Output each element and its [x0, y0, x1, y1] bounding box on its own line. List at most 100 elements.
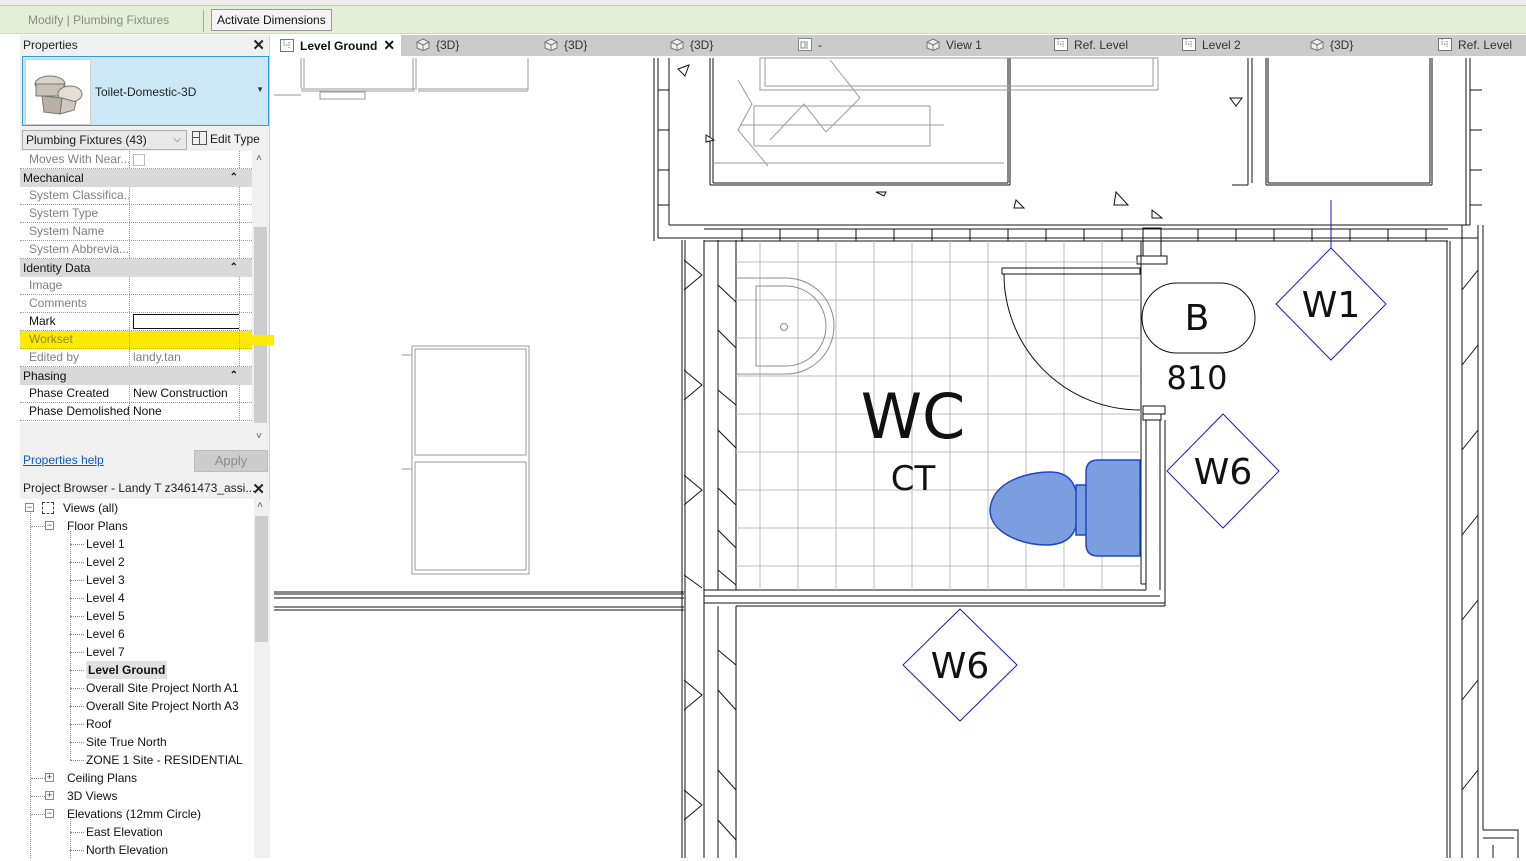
window-tags: W1 W6 W6 [902, 247, 1387, 722]
tree-floor-plans[interactable]: Floor Plans [67, 517, 128, 535]
prop-label: Workset [20, 331, 130, 348]
tree-line [70, 531, 71, 760]
tree-item-floor-plan[interactable]: Level 4 [86, 589, 125, 607]
prop-row-image[interactable]: Image [20, 277, 252, 295]
tree-item-floor-plan[interactable]: Overall Site Project North A3 [86, 697, 239, 715]
properties-scrollbar[interactable]: ˄ ˅ [253, 151, 269, 449]
collapse-icon[interactable]: ⌃ [230, 259, 238, 277]
view-tab-label: View 1 [946, 38, 982, 52]
view-tab[interactable]: {3D} [1310, 35, 1353, 56]
collapse-views-icon[interactable]: − [25, 503, 34, 512]
tree-line [70, 652, 84, 653]
window-tag[interactable]: W6 [1166, 413, 1280, 529]
collapse-icon[interactable]: ⌃ [230, 169, 238, 187]
scroll-up-icon[interactable]: ˄ [257, 500, 263, 511]
expand-ceiling-plans-icon[interactable]: + [45, 773, 54, 782]
tree-elevations[interactable]: Elevations (12mm Circle) [67, 805, 201, 823]
edit-type-button[interactable]: Edit Type [192, 130, 260, 150]
view-tab[interactable]: Level 2 [1182, 35, 1241, 56]
collapse-elevations-icon[interactable]: − [45, 809, 54, 818]
prop-value[interactable]: New Construction [130, 385, 240, 402]
selected-toilet[interactable] [989, 459, 1141, 557]
scroll-thumb[interactable] [254, 227, 267, 423]
view-tab[interactable]: Ref. Level [1438, 35, 1512, 56]
dropdown-arrow-icon[interactable]: ▼ [256, 85, 264, 94]
prop-row-system-type[interactable]: System Type [20, 205, 252, 223]
scroll-up-icon[interactable]: ˄ [256, 153, 262, 164]
toilet-thumbnail-icon [25, 59, 91, 125]
tree-item-floor-plan[interactable]: Roof [86, 715, 111, 733]
tree-item-floor-plan[interactable]: ZONE 1 Site - RESIDENTIAL [86, 751, 243, 769]
window-tag-label: W1 [1302, 285, 1361, 326]
tree-item-elevation[interactable]: East Elevation [86, 823, 163, 841]
prop-row-workset[interactable]: Workset [20, 331, 252, 349]
mark-input[interactable] [133, 314, 239, 329]
close-icon[interactable]: ✕ [252, 36, 265, 54]
view-tab[interactable]: {3D} [670, 35, 713, 56]
prop-row-system-abbreviation[interactable]: System Abbrevia... [20, 241, 252, 259]
tree-item-floor-plan[interactable]: Level 1 [86, 535, 125, 553]
view-tab[interactable]: Ref. Level [1054, 35, 1128, 56]
tree-item-floor-plan[interactable]: Level 6 [86, 625, 125, 643]
group-identity-data[interactable]: Identity Data ⌃ [20, 259, 252, 277]
toilet-bowl[interactable] [989, 471, 1079, 546]
tree-3d-views[interactable]: 3D Views [67, 787, 117, 805]
prop-row-system-name[interactable]: System Name [20, 223, 252, 241]
group-mechanical[interactable]: Mechanical ⌃ [20, 169, 252, 187]
tree-line [70, 724, 84, 725]
window-tag[interactable]: W6 [902, 608, 1018, 722]
tree-item-floor-plan[interactable]: Site True North [86, 733, 167, 751]
tree-item-floor-plan[interactable]: Overall Site Project North A1 [86, 679, 239, 697]
scroll-down-icon[interactable]: ˅ [256, 431, 262, 442]
room-number[interactable]: CT [891, 459, 936, 499]
project-browser-title: Project Browser - Landy T z3461473_assi.… [20, 478, 269, 499]
type-selector[interactable]: Toilet-Domestic-3D ▼ [22, 56, 269, 126]
left-corridor-walls [274, 591, 684, 611]
door-tag[interactable]: B 810 [1141, 282, 1256, 397]
tree-views-all[interactable]: Views (all) [63, 499, 118, 517]
prop-row-mark[interactable]: Mark [20, 313, 252, 331]
properties-help-link[interactable]: Properties help [23, 453, 104, 467]
collapse-floor-plans-icon[interactable]: − [45, 521, 54, 530]
tree-line [70, 634, 84, 635]
tree-item-floor-plan[interactable]: Level 3 [86, 571, 125, 589]
ribbon-separator [203, 10, 204, 32]
prop-value[interactable]: None [130, 403, 240, 420]
prop-row-system-classification[interactable]: System Classifica... [20, 187, 252, 205]
collapse-icon[interactable]: ⌃ [230, 367, 238, 385]
window-tag[interactable]: W1 [1275, 247, 1387, 361]
tree-item-floor-plan[interactable]: Level Ground [86, 661, 168, 679]
expand-3d-views-icon[interactable]: + [45, 791, 54, 800]
tree-ceiling-plans[interactable]: Ceiling Plans [67, 769, 137, 787]
view-tab[interactable]: - [798, 35, 822, 56]
tree-item-floor-plan[interactable]: Level 5 [86, 607, 125, 625]
group-phasing[interactable]: Phasing ⌃ [20, 367, 252, 385]
prop-row-moves-with-nearby: Moves With Near... [20, 151, 252, 169]
prop-row-phase-demolished[interactable]: Phase Demolished None [20, 403, 252, 421]
view-tab[interactable]: {3D} [544, 35, 587, 56]
drawing-canvas[interactable]: WC CT B 810 W1 W6 W6 [274, 56, 1526, 858]
3d-view-icon [926, 37, 940, 52]
tree-item-floor-plan[interactable]: Level 2 [86, 553, 125, 571]
apply-button[interactable]: Apply [194, 450, 268, 472]
prop-label: Phase Demolished [20, 403, 130, 420]
tree-item-floor-plan[interactable]: Level 7 [86, 643, 125, 661]
activate-dimensions-button[interactable]: Activate Dimensions [211, 9, 332, 31]
view-tab[interactable]: View 1 [926, 35, 982, 56]
room-name[interactable]: WC [861, 380, 966, 453]
close-icon[interactable]: ✕ [252, 480, 265, 498]
close-tab-icon[interactable]: ✕ [383, 37, 395, 53]
prop-row-comments[interactable]: Comments [20, 295, 252, 313]
browser-tree: − Views (all) − Floor Plans Level 1 Level 2 Le… [20, 499, 254, 858]
view-tab[interactable]: {3D} [408, 35, 459, 56]
category-filter-select[interactable]: Plumbing Fixtures (43) ⌵ [22, 130, 187, 150]
prop-row-phase-created[interactable]: Phase Created New Construction [20, 385, 252, 403]
prop-value: landy.tan [130, 349, 240, 366]
scroll-thumb[interactable] [255, 516, 268, 642]
toilet-tank[interactable] [1085, 459, 1141, 557]
moves-with-nearby-checkbox[interactable] [133, 154, 145, 166]
tree-line [30, 513, 31, 858]
browser-scrollbar[interactable]: ˄ [254, 499, 270, 858]
view-tab[interactable]: Level Ground ✕ [274, 35, 402, 56]
tree-item-elevation[interactable]: North Elevation [86, 841, 168, 858]
